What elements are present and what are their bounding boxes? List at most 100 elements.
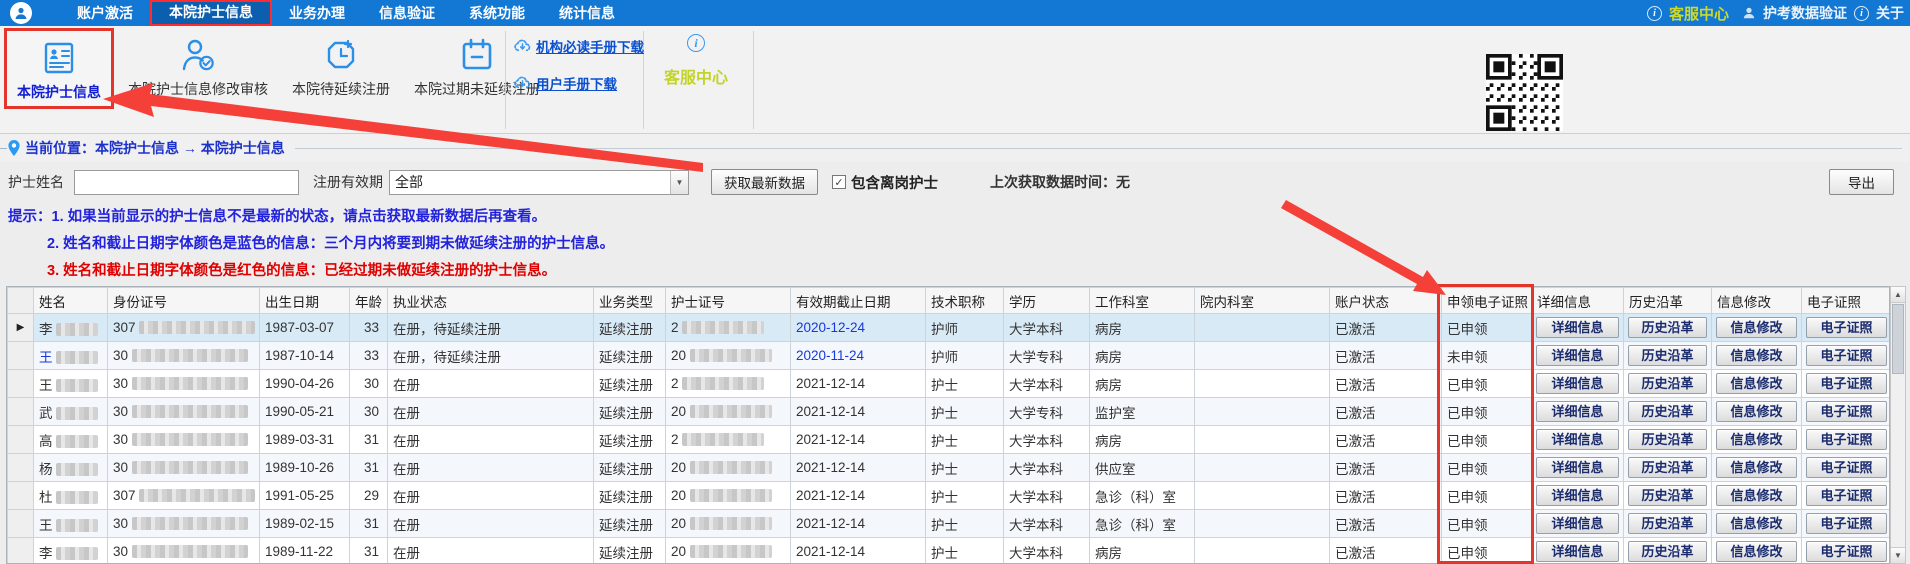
ribbon-button-本院护士信息[interactable]: 本院护士信息	[4, 28, 114, 109]
column-header-出生日期[interactable]: 出生日期	[260, 288, 350, 314]
user-manual-download-link[interactable]: 用户手册下载	[514, 73, 644, 93]
detail-info-button[interactable]: 详细信息	[1536, 485, 1619, 506]
fetch-latest-data-button[interactable]: 获取最新数据	[711, 169, 818, 195]
nurse-name-input[interactable]	[74, 170, 299, 195]
column-header-学历[interactable]: 学历	[1004, 288, 1090, 314]
exam-data-verify-link[interactable]: 护考数据验证	[1763, 3, 1847, 23]
e-certificate-button[interactable]: 电子证照	[1806, 317, 1887, 338]
e-certificate-button[interactable]: 电子证照	[1806, 541, 1887, 562]
column-header-护士证号[interactable]: 护士证号	[666, 288, 791, 314]
detail-info-button[interactable]: 详细信息	[1536, 429, 1619, 450]
support-center-link[interactable]: 客服中心	[1669, 3, 1729, 24]
menu-item-业务办理[interactable]: 业务办理	[272, 0, 362, 26]
column-header-院内科室[interactable]: 院内科室	[1195, 288, 1330, 314]
modify-info-button[interactable]: 信息修改	[1716, 317, 1797, 338]
scroll-up-icon[interactable]: ▲	[1891, 287, 1905, 303]
row-selector-cell[interactable]	[8, 342, 34, 370]
history-button[interactable]: 历史沿革	[1628, 317, 1707, 338]
column-header-身份证号[interactable]: 身份证号	[108, 288, 260, 314]
table-row[interactable]: 王 30 1990-04-2630在册延续注册2 2021-12-14护士大学本…	[8, 370, 1891, 398]
ribbon-button-本院待延续注册[interactable]: 本院待延续注册	[282, 28, 400, 103]
modify-info-button[interactable]: 信息修改	[1716, 429, 1797, 450]
column-header-电子证照[interactable]: 电子证照	[1802, 288, 1891, 314]
e-certificate-button[interactable]: 电子证照	[1806, 485, 1887, 506]
history-button[interactable]: 历史沿革	[1628, 485, 1707, 506]
menu-item-账户激活[interactable]: 账户激活	[60, 0, 150, 26]
row-selector-cell[interactable]	[8, 482, 34, 510]
e-certificate-button[interactable]: 电子证照	[1806, 457, 1887, 478]
scrollbar-thumb[interactable]	[1892, 304, 1904, 374]
column-header-年龄[interactable]: 年龄	[350, 288, 388, 314]
column-header-工作科室[interactable]: 工作科室	[1090, 288, 1195, 314]
table-row[interactable]: 武 30 1990-05-2130在册延续注册20 2021-12-14护士大学…	[8, 398, 1891, 426]
history-button[interactable]: 历史沿革	[1628, 373, 1707, 394]
history-button[interactable]: 历史沿革	[1628, 401, 1707, 422]
menu-item-系统功能[interactable]: 系统功能	[452, 0, 542, 26]
e-certificate-button[interactable]: 电子证照	[1806, 401, 1887, 422]
detail-info-button[interactable]: 详细信息	[1536, 513, 1619, 534]
menu-item-信息验证[interactable]: 信息验证	[362, 0, 452, 26]
row-selector-cell[interactable]	[8, 426, 34, 454]
table-row[interactable]: 李 30 1989-11-2231在册延续注册20 2021-12-14护士大学…	[8, 538, 1891, 564]
action-cell: 信息修改	[1712, 370, 1802, 398]
row-selector-cell[interactable]	[8, 398, 34, 426]
detail-info-button[interactable]: 详细信息	[1536, 541, 1619, 562]
detail-info-button[interactable]: 详细信息	[1536, 457, 1619, 478]
modify-info-button[interactable]: 信息修改	[1716, 373, 1797, 394]
checkbox-checked-icon[interactable]: ✓	[832, 175, 846, 189]
register-period-select[interactable]: 全部 ▼	[389, 170, 689, 195]
org-manual-download-link[interactable]: 机构必读手册下载	[514, 36, 644, 56]
e-certificate-button[interactable]: 电子证照	[1806, 429, 1887, 450]
column-header-有效期截止日期[interactable]: 有效期截止日期	[791, 288, 926, 314]
history-button[interactable]: 历史沿革	[1628, 457, 1707, 478]
row-selector-cell[interactable]	[8, 370, 34, 398]
table-row[interactable]: 杨 30 1989-10-2631在册延续注册20 2021-12-14护士大学…	[8, 454, 1891, 482]
history-button[interactable]: 历史沿革	[1628, 513, 1707, 534]
detail-info-button[interactable]: 详细信息	[1536, 317, 1619, 338]
e-certificate-button[interactable]: 电子证照	[1806, 345, 1887, 366]
column-header-申领电子证照[interactable]: 申领电子证照	[1442, 288, 1532, 314]
e-certificate-button[interactable]: 电子证照	[1806, 513, 1887, 534]
detail-info-button[interactable]: 详细信息	[1536, 401, 1619, 422]
row-selector-cell[interactable]	[8, 454, 34, 482]
history-button[interactable]: 历史沿革	[1628, 429, 1707, 450]
support-center-group[interactable]: i 客服中心	[646, 34, 746, 88]
export-button[interactable]: 导出	[1829, 169, 1894, 195]
modify-info-button[interactable]: 信息修改	[1716, 457, 1797, 478]
row-selector-cell[interactable]: ▶	[8, 314, 34, 342]
detail-info-button[interactable]: 详细信息	[1536, 345, 1619, 366]
e-certificate-button[interactable]: 电子证照	[1806, 373, 1887, 394]
table-row[interactable]: 王 30 1987-10-1433在册，待延续注册延续注册20 2020-11-…	[8, 342, 1891, 370]
column-header-历史沿革[interactable]: 历史沿革	[1624, 288, 1712, 314]
column-header-姓名[interactable]: 姓名	[34, 288, 108, 314]
ribbon-button-本院护士信息修改审核[interactable]: 本院护士信息修改审核	[118, 28, 278, 103]
modify-info-button[interactable]: 信息修改	[1716, 401, 1797, 422]
chevron-down-icon[interactable]: ▼	[670, 171, 688, 194]
vertical-scrollbar[interactable]: ▲ ▼	[1890, 286, 1906, 564]
column-header-账户状态[interactable]: 账户状态	[1330, 288, 1442, 314]
modify-info-button[interactable]: 信息修改	[1716, 345, 1797, 366]
history-button[interactable]: 历史沿革	[1628, 541, 1707, 562]
modify-info-button[interactable]: 信息修改	[1716, 485, 1797, 506]
history-button[interactable]: 历史沿革	[1628, 345, 1707, 366]
about-link[interactable]: 关于	[1876, 3, 1904, 23]
column-header-详细信息[interactable]: 详细信息	[1532, 288, 1624, 314]
scroll-down-icon[interactable]: ▼	[1891, 547, 1905, 563]
modify-info-button[interactable]: 信息修改	[1716, 513, 1797, 534]
row-selector-cell[interactable]	[8, 538, 34, 564]
table-row[interactable]: 王 30 1989-02-1531在册延续注册20 2021-12-14护士大学…	[8, 510, 1891, 538]
menu-item-统计信息[interactable]: 统计信息	[542, 0, 632, 26]
modify-info-button[interactable]: 信息修改	[1716, 541, 1797, 562]
table-row[interactable]: ▶李 307 1987-03-0733在册，待延续注册延续注册2 2020-12…	[8, 314, 1891, 342]
column-header-技术职称[interactable]: 技术职称	[926, 288, 1004, 314]
column-header-执业状态[interactable]: 执业状态	[388, 288, 594, 314]
menu-item-本院护士信息[interactable]: 本院护士信息	[150, 0, 272, 26]
detail-info-button[interactable]: 详细信息	[1536, 373, 1619, 394]
table-row[interactable]: 杜 307 1991-05-2529在册延续注册20 2021-12-14护士大…	[8, 482, 1891, 510]
include-offduty-checkbox-group[interactable]: ✓ 包含离岗护士	[832, 172, 938, 193]
column-header-信息修改[interactable]: 信息修改	[1712, 288, 1802, 314]
table-row[interactable]: 高 30 1989-03-3131在册延续注册2 2021-12-14护士大学本…	[8, 426, 1891, 454]
column-header-业务类型[interactable]: 业务类型	[594, 288, 666, 314]
row-selector-cell[interactable]	[8, 510, 34, 538]
user-avatar-icon[interactable]	[10, 2, 32, 24]
